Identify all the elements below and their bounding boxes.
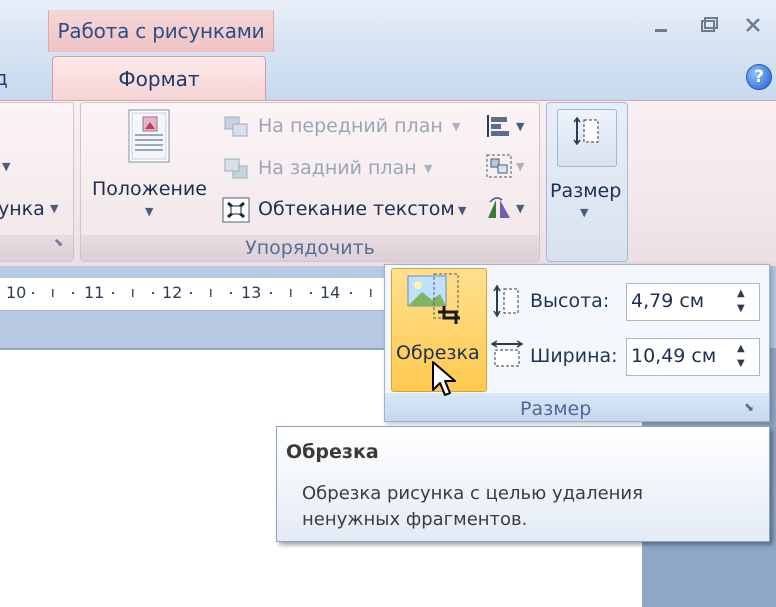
mouse-cursor-icon	[430, 360, 460, 404]
dropdown-arrow-icon[interactable]: ▼	[50, 202, 58, 215]
dialog-launcher-icon[interactable]: ⬊	[54, 236, 63, 249]
bring-forward-button[interactable]: На передний план	[258, 115, 443, 137]
ruler-number: 10	[6, 283, 27, 302]
dialog-launcher-icon[interactable]: ⬊	[744, 400, 754, 414]
size-icon[interactable]	[572, 116, 602, 150]
dropdown-arrow-icon[interactable]: ▼	[145, 205, 153, 218]
dropdown-arrow-icon[interactable]: ▼	[458, 204, 466, 217]
text-wrap-button[interactable]: Обтекание текстом	[258, 198, 455, 220]
ruler-number: 13	[241, 283, 262, 302]
shape-height-icon	[492, 284, 522, 322]
crop-icon[interactable]	[404, 272, 462, 330]
height-value[interactable]: 4,79 см	[631, 290, 704, 312]
height-spinner[interactable]: 4,79 см ▲ ▼	[626, 283, 760, 321]
send-backward-icon[interactable]	[222, 156, 252, 186]
position-icon[interactable]	[126, 108, 174, 164]
width-spinner[interactable]: 10,49 см ▲ ▼	[626, 338, 760, 376]
ruler-number: 12	[162, 283, 183, 302]
tooltip-body-line1: Обрезка рисунка с целью удаления	[302, 483, 643, 504]
dropdown-arrow-icon[interactable]: ▼	[516, 120, 524, 133]
size-group-button-label[interactable]: Размер	[550, 180, 621, 202]
rotate-icon[interactable]	[484, 194, 514, 226]
restore-icon[interactable]	[698, 14, 720, 36]
tooltip: Обрезка Обрезка рисунка с целью удаления…	[276, 426, 770, 542]
dropdown-arrow-icon[interactable]: ▼	[580, 206, 588, 219]
tab-previous-partial[interactable]: д	[0, 58, 18, 98]
minimize-icon[interactable]	[650, 14, 672, 36]
picture-tools-context-tab: Работа с рисунками	[48, 10, 274, 52]
spin-arrows-icon[interactable]: ▲ ▼	[737, 341, 745, 371]
shape-width-icon	[490, 340, 524, 374]
ruler-number: 14	[320, 283, 341, 302]
partial-group-text[interactable]: унка	[0, 198, 45, 220]
text-wrap-icon[interactable]	[221, 196, 251, 228]
dropdown-arrow-icon[interactable]: ▼	[452, 120, 460, 133]
tab-format[interactable]: Формат	[52, 56, 266, 101]
group-objects-icon[interactable]	[484, 152, 514, 184]
ruler-number: 11	[84, 283, 105, 302]
send-backward-button[interactable]: На задний план	[258, 157, 417, 179]
bring-forward-icon[interactable]	[222, 114, 252, 144]
dropdown-arrow-icon[interactable]: ▼	[2, 160, 10, 173]
arrange-group-label: Упорядочить	[81, 235, 539, 261]
align-icon[interactable]	[484, 112, 514, 144]
horizontal-ruler[interactable]: 10 11 12 13 14	[0, 278, 390, 311]
dropdown-arrow-icon[interactable]: ▼	[424, 162, 432, 175]
height-label: Высота:	[530, 290, 610, 312]
help-icon[interactable]: ?	[746, 64, 772, 90]
tooltip-body-line2: ненужных фрагментов.	[302, 509, 528, 530]
spin-arrows-icon[interactable]: ▲ ▼	[737, 286, 745, 316]
width-label: Ширина:	[530, 345, 618, 367]
close-icon[interactable]	[742, 14, 764, 36]
tooltip-title: Обрезка	[286, 441, 379, 463]
position-button-label[interactable]: Положение	[92, 178, 207, 200]
popup-size-group-label: Размер	[520, 398, 592, 420]
dropdown-arrow-icon[interactable]: ▼	[516, 160, 524, 173]
dropdown-arrow-icon[interactable]: ▼	[516, 202, 524, 215]
width-value[interactable]: 10,49 см	[631, 345, 716, 367]
